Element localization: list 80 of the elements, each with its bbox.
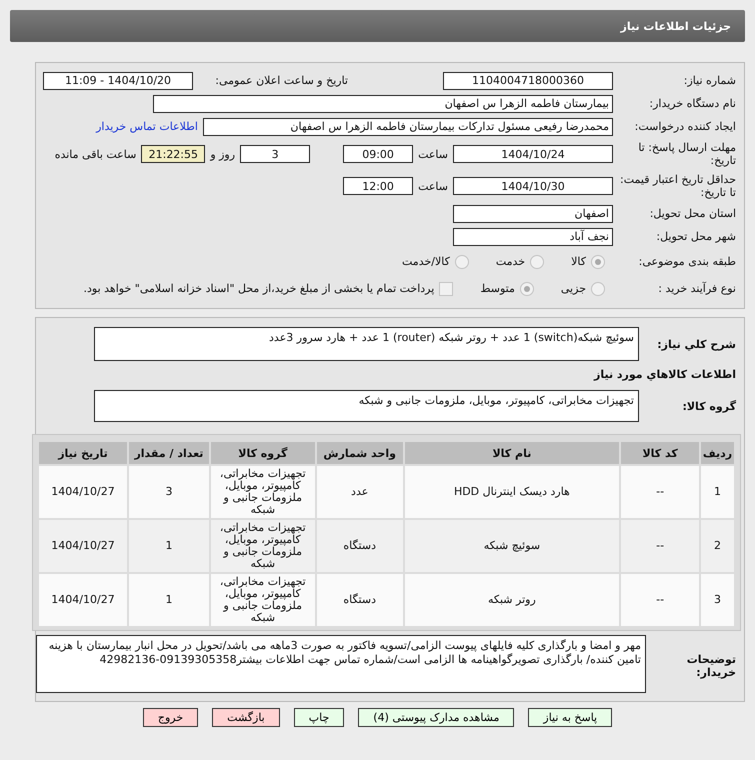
table-cell: 1 [129,574,209,626]
radio-button[interactable] [520,282,534,296]
description-field[interactable]: سوئیچ شبکه(switch) 1 عدد + روتر شبکه (router) 1 عدد + هارد سرور 3عدد [94,327,639,361]
radio-label: متوسط [480,282,515,295]
field-label: ایجاد کننده درخواست: [634,120,736,133]
field-label: طبقه بندی موضوعی: [638,255,736,268]
table-cell: 1 [129,520,209,572]
table-cell: سوئیچ شبکه [404,520,620,572]
action-button[interactable]: بازگشت [212,708,280,727]
field-label: شماره نیاز: [682,74,736,87]
radio-button[interactable] [530,254,544,268]
column-header: نام کالا [404,442,620,464]
table-cell: 1 [701,466,734,518]
field-label: گروه کالا: [681,400,736,412]
field-label: توضیحات خریدار: [686,652,736,679]
field-label: حداقل تاریخ اعتبار قیمت: تا تاریخ: [619,173,736,199]
checkbox-label: پرداخت تمام یا بخشی از مبلغ خرید،از محل "اسناد خزانه اسلامی" خواهد بود. [84,282,434,295]
table-cell: 1404/10/27 [39,520,128,572]
province-field[interactable]: اصفهان [453,204,613,222]
field-label: استان محل تحویل: [648,207,736,220]
column-header: گروه کالا [210,442,315,464]
field-label: نام دستگاه خریدار: [648,97,736,110]
table-cell: دستگاه [316,520,403,572]
table-cell: 1404/10/27 [39,466,128,518]
table-cell: هارد دیسک اینترنال HDD [404,466,620,518]
table-cell: تجهیزات مخابراتی، کامپیوتر، موبایل، ملزومات جانبی و شبکه [210,574,315,626]
action-button[interactable]: خروج [142,708,198,727]
table-cell: -- [621,574,700,626]
action-button[interactable]: پاسخ به نیاز [528,708,612,727]
radio-button[interactable] [591,254,605,268]
days-field[interactable]: 3 [240,145,310,163]
radio-label: خدمت [496,255,526,268]
city-field[interactable]: نجف آباد [453,228,613,246]
field-label: شرح کلي نیاز: [656,338,736,350]
action-button[interactable]: چاپ [294,708,344,727]
deadline-date-field[interactable]: 1404/10/24 [453,145,613,163]
deadline-time-field[interactable]: 09:00 [343,145,414,163]
validity-time-field[interactable]: 12:00 [343,177,414,195]
table-cell: دستگاه [316,574,403,626]
field-label: شهر محل تحویل: [655,230,736,243]
buyer-field[interactable]: بیمارستان فاطمه الزهرا س اصفهان [153,94,613,112]
table-cell: تجهیزات مخابراتی، کامپیوتر، موبایل، ملزومات جانبی و شبکه [210,466,315,518]
field-label: تاریخ و ساعت اعلان عمومی: [214,74,349,87]
window-title: جزئیات اطلاعات نیاز [10,10,745,42]
section-heading: اطلاعات کالاهاي مورد نیاز [592,368,736,380]
remaining-time-field: 21:22:55 [141,145,206,163]
radio-label: جزیی [560,282,586,295]
field-label: روز و [210,148,236,160]
need-number-field[interactable]: 1104004718000360 [443,72,613,90]
notes-field[interactable]: مهر و امضا و بارگذاری کلیه فایلهای پیوست الزامی/تسویه فاکتور به صورت 3ماهه می باشد/تحویل در محل انبار بیمارستان با هزینه تامین کننده/ بارگذاری تصویرگواهینامه ها الزامی است/شماره تماس جهت اطلاعات بیشتر09139305358-42982136 [36,635,646,693]
column-header: ردیف [701,442,734,464]
table-cell: 2 [701,520,734,572]
radio-button[interactable] [591,282,605,296]
table-cell: -- [621,466,700,518]
contact-link[interactable]: اطلاعات تماس خریدار [96,120,198,133]
checkbox[interactable] [439,282,454,296]
goods-group-field[interactable]: تجهیزات مخابراتی، کامپیوتر، موبایل، ملزومات جانبی و شبکه [94,390,639,422]
field-label: نوع فرآیند خرید : [657,282,736,295]
column-header: کد کالا [621,442,700,464]
table-cell: 3 [701,574,734,626]
field-label: ساعت باقی مانده [54,148,136,160]
table-cell: 3 [129,466,209,518]
table-cell: روتر شبکه [404,574,620,626]
column-header: واحد شمارش [316,442,403,464]
field-label: ساعت [418,180,448,192]
announce-date-field[interactable]: 1404/10/20 - 11:09 [43,72,193,90]
field-label: مهلت ارسال پاسخ: تا تاریخ: [637,141,736,167]
column-header: تعداد / مقدار [129,442,209,464]
table-cell: تجهیزات مخابراتی، کامپیوتر، موبایل، ملزومات جانبی و شبکه [210,520,315,572]
validity-date-field[interactable]: 1404/10/30 [453,177,613,195]
column-header: تاریخ نیاز [39,442,128,464]
creator-field[interactable]: محمدرضا رفیعی مسئول تدارکات بیمارستان فاطمه الزهرا س اصفهان [203,118,613,136]
radio-button[interactable] [454,254,469,268]
table-cell: 1404/10/27 [39,574,128,626]
table-cell: -- [621,520,700,572]
action-button[interactable]: مشاهده مدارک پیوستی (4) [358,708,514,727]
radio-label: کالا [571,255,586,268]
field-label: ساعت [418,148,448,160]
radio-label: کالا/خدمت [402,255,450,268]
table-cell: عدد [316,466,403,518]
